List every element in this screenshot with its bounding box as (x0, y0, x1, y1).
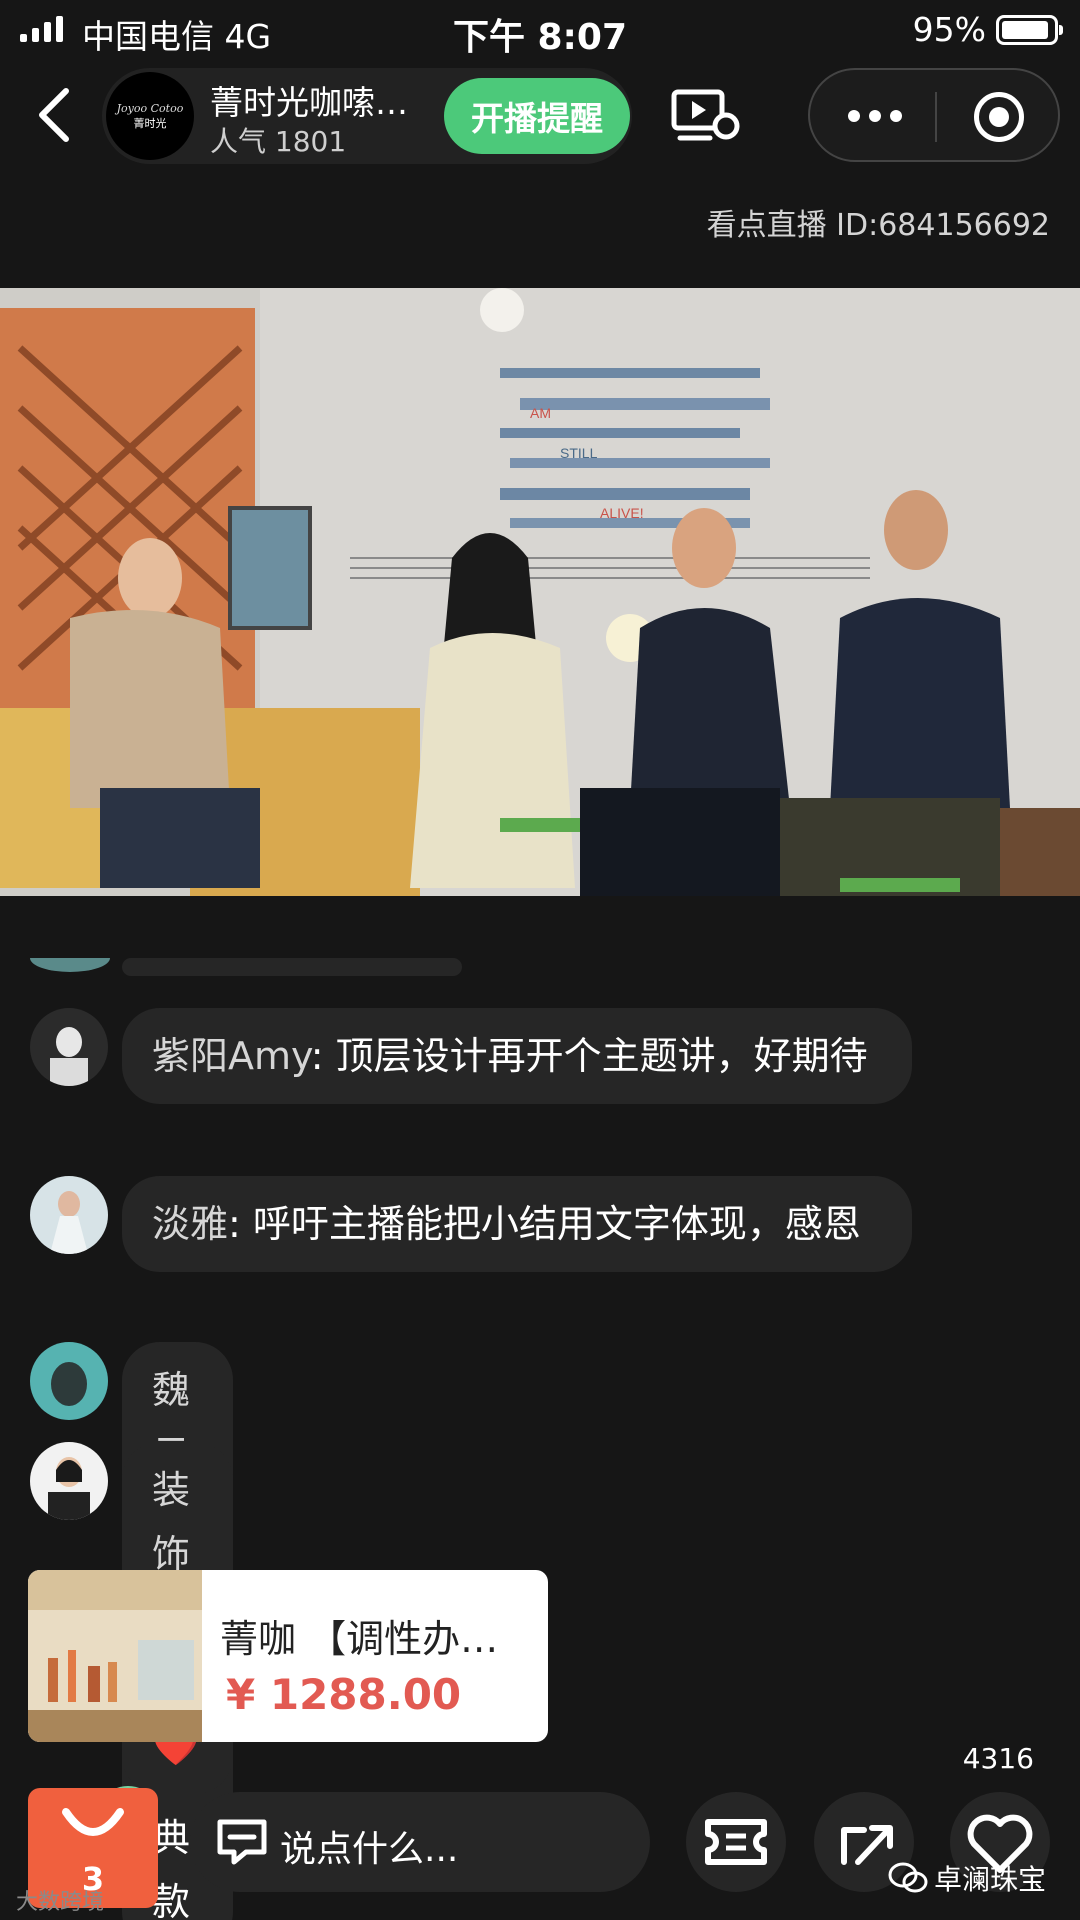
comment-icon (217, 1819, 267, 1865)
user-avatar[interactable] (30, 1442, 108, 1520)
battery-percent: 95% (912, 10, 986, 49)
product-image (28, 1570, 202, 1742)
chat-bubble: 淡雅: 呼吁主播能把小结用文字体现，感恩 (122, 1176, 912, 1272)
mini-program-capsule (808, 68, 1060, 162)
close-miniprogram-icon[interactable] (974, 92, 1024, 142)
chat-username: 紫阳Amy (152, 1034, 311, 1078)
user-avatar[interactable] (30, 1342, 108, 1420)
chat-username: 淡雅 (152, 1202, 229, 1246)
product-card[interactable]: 菁咖 【调性办… ¥ 1288.00 (28, 1570, 548, 1742)
comment-input[interactable]: 说点什么... (190, 1792, 650, 1892)
coupon-button[interactable] (686, 1792, 786, 1892)
wechat-icon (888, 1862, 928, 1893)
ticket-icon (705, 1819, 767, 1865)
product-price: ¥ 1288.00 (226, 1670, 462, 1719)
product-title: 菁咖 【调性办… (220, 1617, 499, 1661)
more-icon[interactable] (848, 110, 902, 122)
battery-icon (996, 15, 1063, 45)
wall-text-3: ALIVE! (600, 505, 644, 521)
user-avatar[interactable] (30, 1008, 108, 1086)
avatar-logo-subtext: 菁时光 (133, 116, 167, 130)
live-video-frame: AM STILL ALIVE! (0, 288, 1080, 896)
watermark-secondary: 大数跨境 (16, 1890, 105, 1915)
anchor-avatar[interactable]: Joyoo Cotoo 菁时光 (106, 72, 194, 160)
like-count: 4316 (962, 1742, 1034, 1775)
wall-text-2: STILL (560, 445, 598, 461)
popularity-count: 人气 1801 (210, 125, 347, 158)
watermark-text: 卓澜珠宝 (933, 1863, 1046, 1896)
avatar-logo-text: Joyoo Cotoo (116, 101, 184, 115)
watermark: 卓澜珠宝 (888, 1858, 1046, 1898)
chat-previous-fade (30, 944, 470, 988)
live-video[interactable]: AM STILL ALIVE! (0, 288, 1080, 896)
live-id: 看点直播 ID:684156692 (706, 208, 1050, 243)
status-bar: 中国电信 4G 下午 8:07 95% (0, 0, 1080, 60)
live-reminder-button[interactable]: 开播提醒 (444, 78, 630, 154)
anchor-name: 菁时光咖嗦… (210, 83, 408, 122)
wall-text-1: AM (530, 405, 551, 421)
user-avatar[interactable] (30, 1176, 108, 1254)
chat-text: 呼吁主播能把小结用文字体现，感恩 (252, 1202, 861, 1246)
chat-text: 顶层设计再开个主题讲，好期待 (335, 1034, 868, 1078)
comment-placeholder: 说点什么... (280, 1829, 459, 1870)
back-button[interactable] (30, 85, 90, 145)
live-playback-button[interactable] (658, 68, 754, 164)
chevron-left-icon (39, 88, 69, 142)
video-settings-icon (671, 89, 740, 141)
chat-bubble: 紫阳Amy: 顶层设计再开个主题讲，好期待 (122, 1008, 912, 1104)
